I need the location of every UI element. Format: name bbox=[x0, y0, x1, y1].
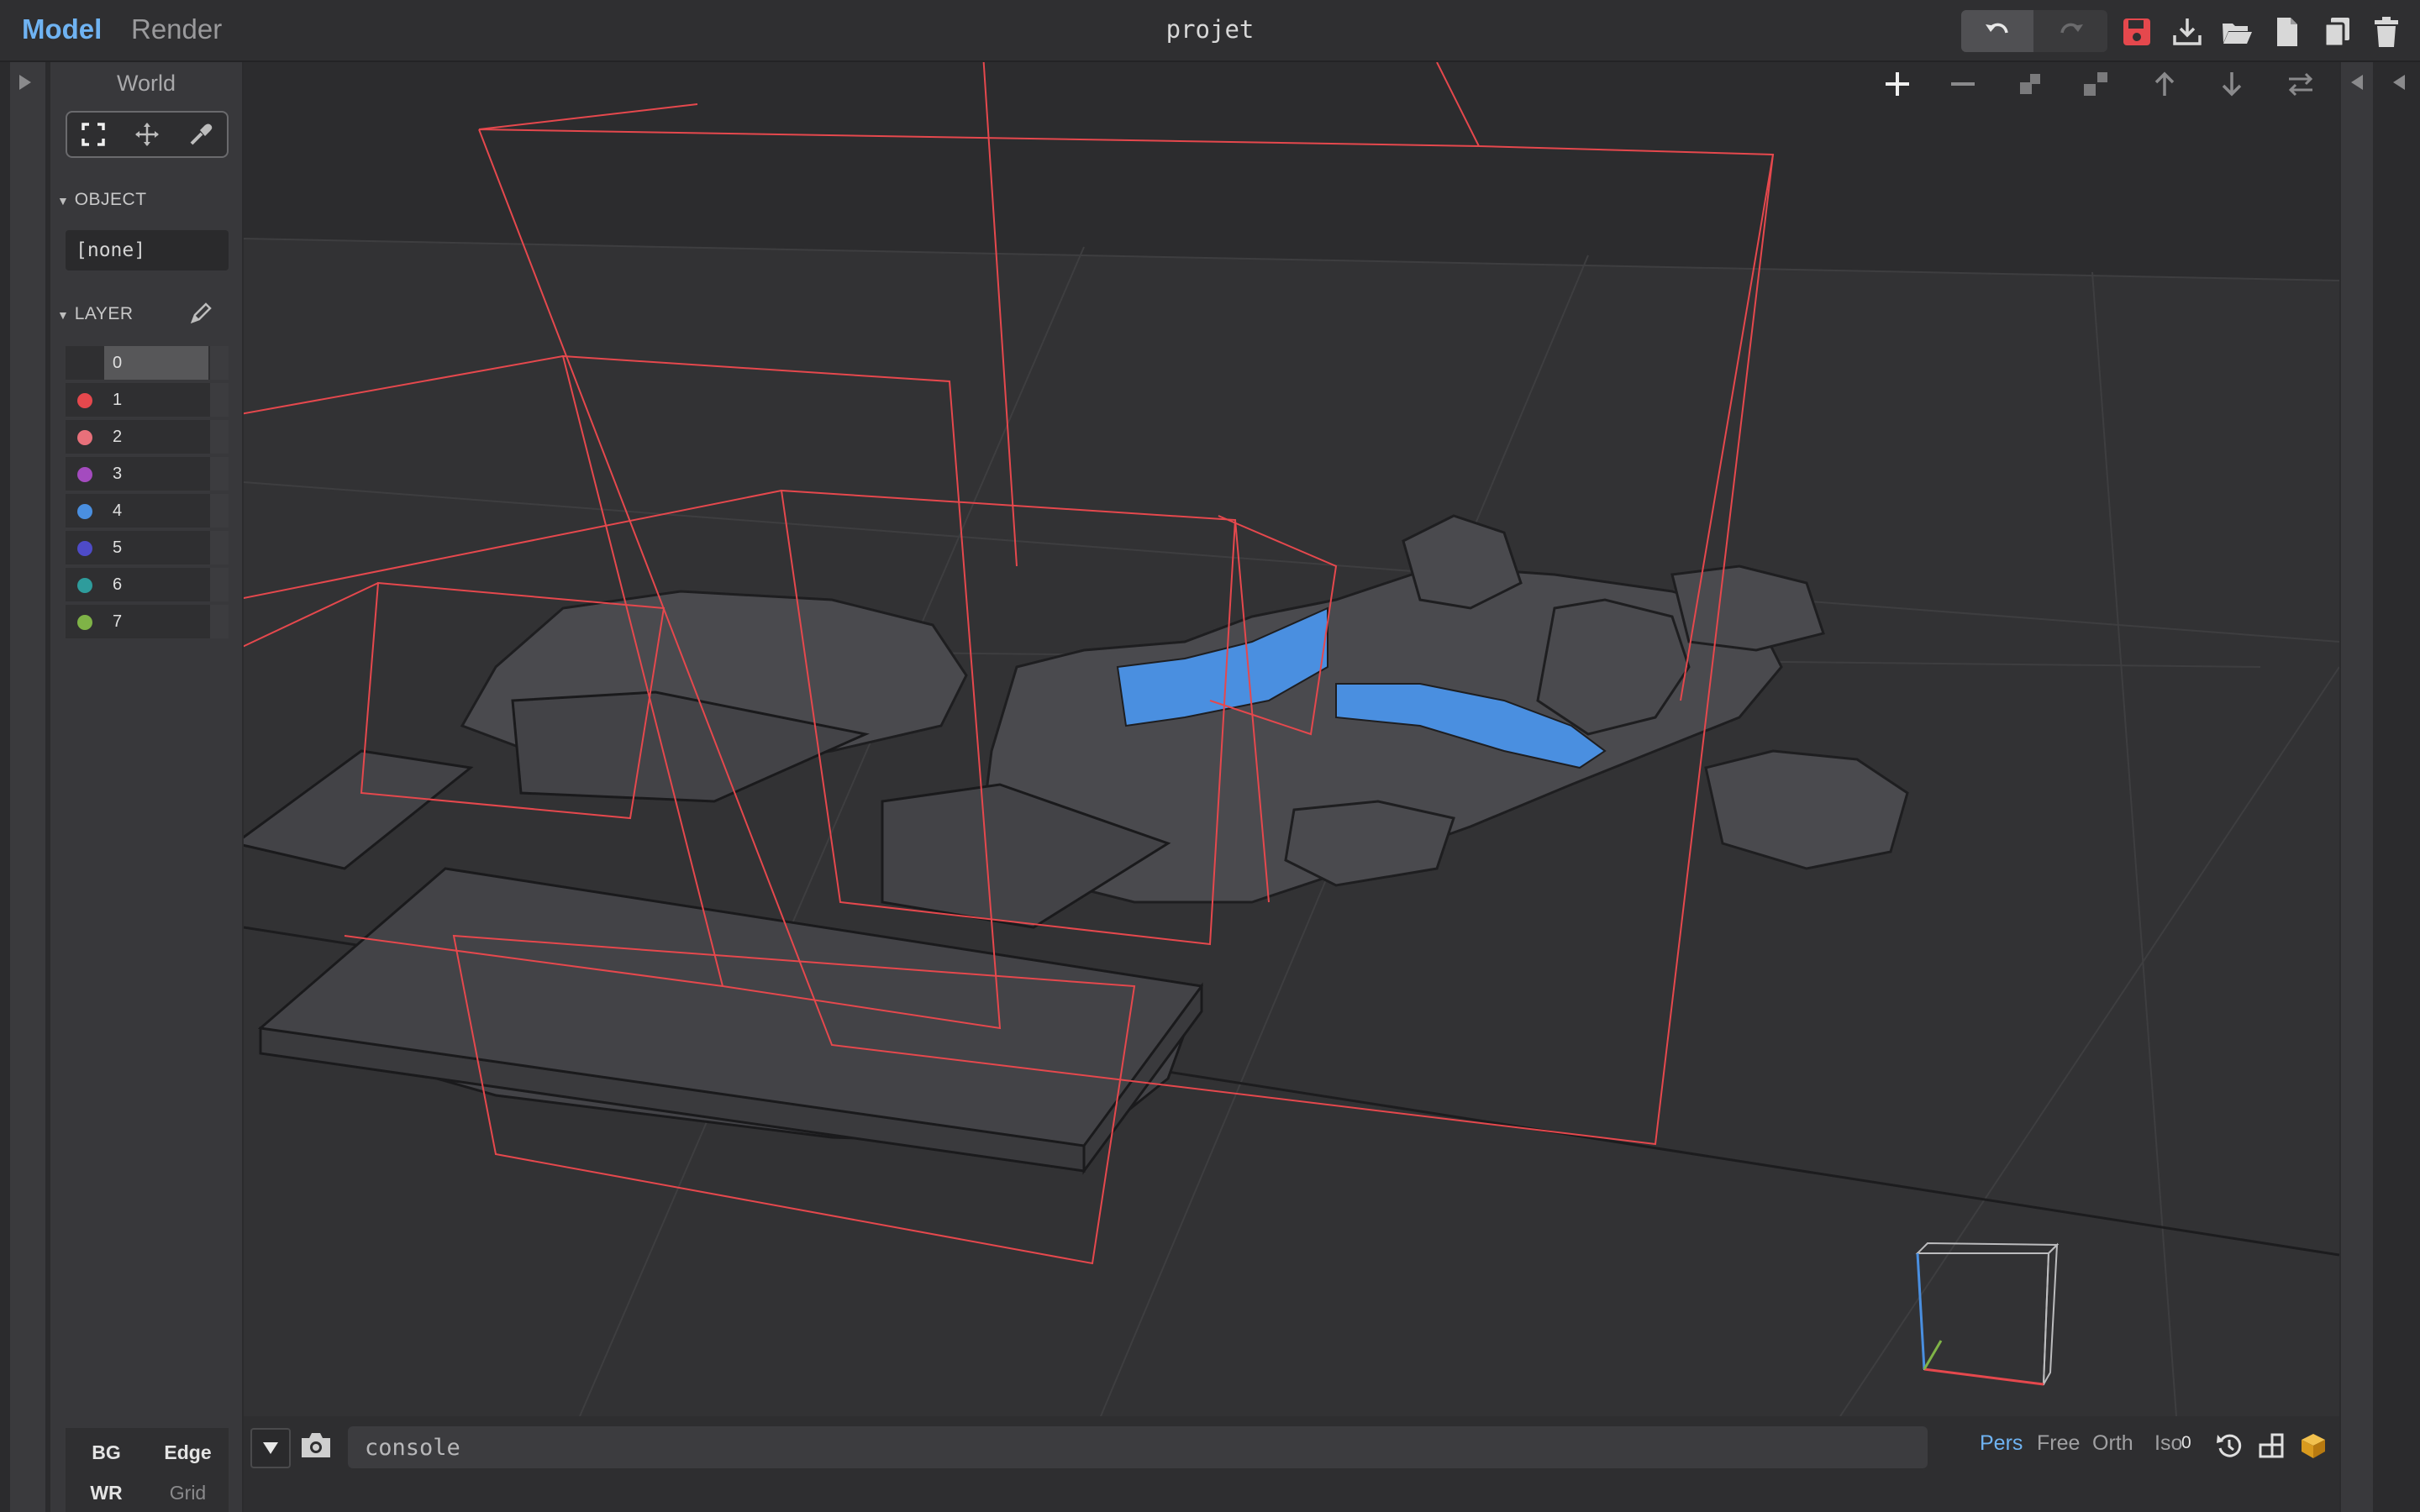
world-sidebar: World ▼ OBJECT [none] ▼ LAYER 0 1 2 3 4 bbox=[50, 62, 242, 1512]
layer-row-1[interactable]: 1 bbox=[66, 383, 229, 417]
layer-color-dot bbox=[77, 467, 92, 482]
layer-color-dot bbox=[77, 393, 92, 408]
open-folder-icon[interactable] bbox=[2220, 15, 2254, 49]
select-icon bbox=[82, 123, 105, 146]
download-icon[interactable] bbox=[2170, 15, 2204, 49]
layer-label: 7 bbox=[113, 612, 123, 631]
sidebar-title: World bbox=[116, 71, 176, 96]
display-toggles: BG Edge WR Grid bbox=[66, 1428, 229, 1512]
undo-icon bbox=[1986, 23, 2008, 34]
layer-row-7[interactable]: 7 bbox=[66, 605, 229, 638]
expand-left-icon[interactable] bbox=[16, 72, 34, 92]
view-mode-orth[interactable]: Orth bbox=[2092, 1431, 2133, 1456]
duplicate-icon[interactable] bbox=[2321, 15, 2354, 49]
layer-row-5[interactable]: 5 bbox=[66, 531, 229, 564]
layer-color-dot bbox=[77, 430, 92, 445]
zoom-value: 0 bbox=[2181, 1433, 2191, 1452]
edge-toggle[interactable]: Edge bbox=[147, 1441, 229, 1464]
right-strip-bar bbox=[2341, 62, 2373, 1512]
layer-visibility-slot bbox=[210, 346, 229, 380]
arrow-down-icon[interactable] bbox=[2215, 67, 2249, 101]
scene-canvas[interactable] bbox=[244, 62, 2339, 1416]
layer-visibility-slot bbox=[210, 420, 229, 454]
reset-view-icon[interactable] bbox=[2215, 1431, 2244, 1460]
console-input[interactable] bbox=[348, 1426, 1928, 1468]
camera-icon[interactable] bbox=[299, 1430, 333, 1460]
view-mode-iso[interactable]: Iso bbox=[2154, 1431, 2182, 1456]
expand-right-panel-icon[interactable] bbox=[2390, 72, 2408, 92]
3d-viewport[interactable] bbox=[244, 62, 2339, 1416]
layer-color-dot bbox=[77, 504, 92, 519]
view-mode-free[interactable]: Free bbox=[2037, 1431, 2080, 1456]
arrow-up-icon[interactable] bbox=[2148, 67, 2181, 101]
console-bar: Pers Free Orth Iso 0 bbox=[244, 1416, 2339, 1512]
wr-toggle[interactable]: WR bbox=[66, 1482, 147, 1504]
layer-row-6[interactable]: 6 bbox=[66, 568, 229, 601]
shrink-icon[interactable] bbox=[2013, 67, 2047, 101]
plus-icon[interactable] bbox=[1881, 67, 1914, 101]
layer-row-4[interactable]: 4 bbox=[66, 494, 229, 528]
tool-group bbox=[66, 111, 229, 158]
cube-icon[interactable] bbox=[2299, 1431, 2328, 1460]
object-section-label: OBJECT bbox=[74, 190, 147, 209]
grid-toggle[interactable]: Grid bbox=[147, 1482, 229, 1504]
layer-row-2[interactable]: 2 bbox=[66, 420, 229, 454]
layer-label: 6 bbox=[113, 575, 123, 594]
move-icon bbox=[135, 123, 159, 146]
layer-visibility-slot bbox=[210, 531, 229, 564]
layer-color-dot bbox=[77, 541, 92, 556]
right-collapse-strip bbox=[2341, 62, 2420, 1512]
edit-layer-icon[interactable] bbox=[188, 301, 213, 326]
minus-icon[interactable] bbox=[1946, 67, 1980, 101]
layout-icon[interactable] bbox=[2257, 1431, 2286, 1460]
layer-row-3[interactable]: 3 bbox=[66, 457, 229, 491]
chevron-down-icon bbox=[263, 1442, 278, 1454]
layer-visibility-slot bbox=[210, 605, 229, 638]
top-bar: Model Render projet bbox=[0, 0, 2420, 62]
undo-button[interactable] bbox=[1961, 10, 2033, 52]
left-collapse-strip bbox=[0, 62, 45, 1512]
console-toggle-button[interactable] bbox=[250, 1428, 291, 1468]
layer-color-dot bbox=[77, 615, 92, 630]
left-strip-bar bbox=[10, 62, 45, 1512]
collapse-right-icon[interactable] bbox=[2348, 72, 2366, 92]
layer-visibility-slot bbox=[210, 568, 229, 601]
swap-icon[interactable] bbox=[2284, 67, 2317, 101]
collapse-arrow-icon: ▼ bbox=[57, 308, 70, 322]
collapse-arrow-icon: ▼ bbox=[57, 194, 70, 207]
eyedropper-icon bbox=[190, 123, 213, 145]
layer-label: 1 bbox=[113, 391, 123, 409]
layer-visibility-slot bbox=[210, 383, 229, 417]
redo-icon bbox=[2060, 23, 2083, 34]
bg-toggle[interactable]: BG bbox=[66, 1441, 147, 1464]
move-tool-button[interactable] bbox=[121, 113, 173, 156]
redo-button[interactable] bbox=[2035, 10, 2107, 52]
layer-label: 2 bbox=[113, 428, 123, 446]
expand-icon[interactable] bbox=[2079, 67, 2112, 101]
layer-row-0[interactable]: 0 bbox=[66, 346, 229, 380]
history-group bbox=[1961, 10, 2107, 52]
layer-section-label: LAYER bbox=[74, 304, 134, 323]
new-file-icon[interactable] bbox=[2270, 15, 2304, 49]
layer-visibility-slot bbox=[210, 457, 229, 491]
save-icon[interactable] bbox=[2120, 15, 2154, 49]
layer-label: 4 bbox=[113, 501, 123, 520]
object-section-header[interactable]: ▼ OBJECT bbox=[57, 190, 147, 210]
layer-section-header[interactable]: ▼ LAYER bbox=[57, 304, 134, 324]
layer-color-dot bbox=[77, 578, 92, 593]
layer-visibility-slot bbox=[210, 494, 229, 528]
layer-label: 5 bbox=[113, 538, 123, 557]
trash-icon[interactable] bbox=[2370, 15, 2403, 49]
layer-label: 0 bbox=[104, 346, 208, 380]
select-tool-button[interactable] bbox=[67, 113, 119, 156]
eyedropper-tool-button[interactable] bbox=[175, 113, 227, 156]
view-mode-pers[interactable]: Pers bbox=[1980, 1431, 2023, 1456]
layer-label: 3 bbox=[113, 465, 123, 483]
object-field[interactable]: [none] bbox=[66, 230, 229, 270]
